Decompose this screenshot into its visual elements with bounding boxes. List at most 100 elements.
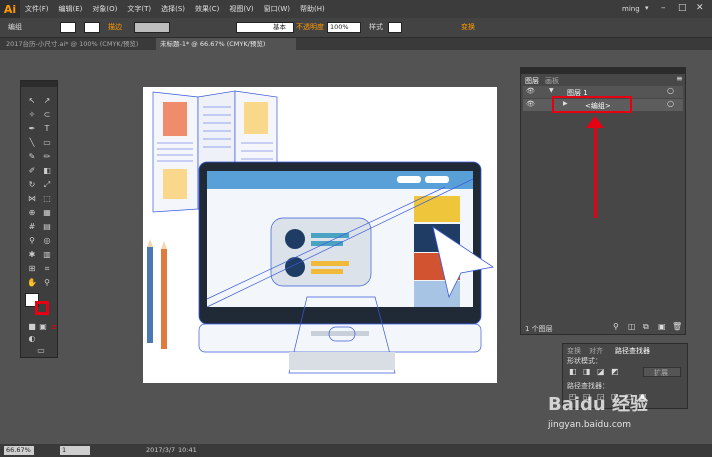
free-transform-tool-icon[interactable]: ⬚ <box>40 193 54 204</box>
paintbrush-tool-icon[interactable]: ✎ <box>25 151 39 162</box>
menu-window[interactable]: 窗口(W) <box>259 0 295 18</box>
unite-icon[interactable]: ◧ <box>569 367 577 376</box>
chevron-down-icon[interactable]: ▾ <box>645 4 649 12</box>
tab-pathfinder[interactable]: 路径查找器 <box>615 346 650 356</box>
new-sublayer-icon[interactable]: ⧉ <box>643 322 649 332</box>
slice-tool-icon[interactable]: ⌗ <box>40 263 54 274</box>
intersect-icon[interactable]: ◪ <box>597 367 605 376</box>
menu-view[interactable]: 视图(V) <box>224 0 258 18</box>
menu-help[interactable]: 帮助(H) <box>295 0 330 18</box>
expand-button-label: 扩展 <box>654 369 668 377</box>
trash-icon[interactable]: 🗑 <box>672 322 682 331</box>
eraser-tool-icon[interactable]: ◧ <box>40 165 54 176</box>
illustration[interactable] <box>143 87 497 383</box>
opacity-label[interactable]: 不透明度 <box>296 22 324 33</box>
scale-tool-icon[interactable]: ⤢ <box>40 179 54 190</box>
artboard-tool-icon[interactable]: ⊞ <box>25 263 39 274</box>
blob-brush-tool-icon[interactable]: ✐ <box>25 165 39 176</box>
opacity-value: 100% <box>330 23 349 31</box>
tab-align[interactable]: 对齐 <box>589 346 603 356</box>
tab-artboards[interactable]: 画板 <box>545 76 559 86</box>
symbol-sprayer-tool-icon[interactable]: ✱ <box>25 249 39 260</box>
pen-tool-icon[interactable]: ✒ <box>25 123 39 134</box>
perspective-grid-tool-icon[interactable]: ▦ <box>40 207 54 218</box>
annotation-arrow-head <box>586 116 604 128</box>
hand-tool-icon[interactable]: ✋ <box>25 277 39 288</box>
width-tool-icon[interactable]: ⋈ <box>25 193 39 204</box>
type-tool-icon[interactable]: T <box>40 123 54 134</box>
fill-swatch[interactable] <box>60 22 76 33</box>
tab-transform[interactable]: 变换 <box>567 346 581 356</box>
tab-untitled-doc[interactable]: 未标题-1* @ 66.67% (CMYK/预览) <box>156 38 296 50</box>
selection-tool-icon[interactable]: ↖ <box>25 95 39 106</box>
minimize-icon[interactable]: – <box>661 3 666 13</box>
artboard-number-field[interactable]: 1 <box>60 446 90 455</box>
exclude-icon[interactable]: ◩ <box>611 367 619 376</box>
direct-selection-tool-icon[interactable]: ↗ <box>40 95 54 106</box>
none-mode-icon[interactable]: ⧄ <box>47 321 61 332</box>
zoom-tool-icon[interactable]: ⚲ <box>40 277 54 288</box>
menu-bar: Ai 文件(F) 编辑(E) 对象(O) 文字(T) 选择(S) 效果(C) 视… <box>0 0 712 18</box>
opacity-field[interactable]: 100% <box>327 22 361 33</box>
lasso-tool-icon[interactable]: ⊂ <box>40 109 54 120</box>
minus-front-icon[interactable]: ◨ <box>583 367 591 376</box>
shape-builder-tool-icon[interactable]: ⊕ <box>25 207 39 218</box>
user-name[interactable]: ming <box>622 5 640 13</box>
tools-panel-grip[interactable] <box>21 81 57 87</box>
watermark: Baidu 经验 jingyan.baidu.com <box>548 390 688 440</box>
make-clipping-mask-icon[interactable]: ◫ <box>628 322 636 331</box>
status-date: 2017/3/7 <box>146 446 176 454</box>
menu-edit[interactable]: 编辑(E) <box>54 0 88 18</box>
draw-mode-icon[interactable]: ◐ <box>25 333 39 344</box>
shape-modes-label: 形状模式： <box>567 357 602 365</box>
stroke-color-swatch[interactable] <box>35 301 49 315</box>
new-layer-icon[interactable]: ▣ <box>658 322 666 331</box>
graphic-style-swatch[interactable] <box>388 22 402 33</box>
document-tab-bar: 2017台历-小尺寸.ai* @ 100% (CMYK/预览) 未标题-1* @… <box>0 38 712 50</box>
transform-link[interactable]: 变换 <box>461 22 475 33</box>
control-bar: 编组 描边 基本 不透明度 100% 样式 变换 <box>0 18 712 38</box>
column-graph-tool-icon[interactable]: ▥ <box>40 249 54 260</box>
maximize-icon[interactable]: □ <box>678 3 687 13</box>
panel-menu-icon[interactable]: ≡ <box>676 74 683 83</box>
highlight-box <box>552 96 632 113</box>
screen-mode-icon[interactable]: ▭ <box>34 345 48 356</box>
menu-file[interactable]: 文件(F) <box>20 0 54 18</box>
magic-wand-tool-icon[interactable]: ✧ <box>25 109 39 120</box>
menu-select[interactable]: 选择(S) <box>156 0 190 18</box>
blend-tool-icon[interactable]: ◎ <box>40 235 54 246</box>
stroke-profile-field[interactable]: 基本 <box>236 22 294 33</box>
menu-type[interactable]: 文字(T) <box>122 0 156 18</box>
visibility-eye-icon-2[interactable]: 👁 <box>526 100 535 108</box>
mesh-tool-icon[interactable]: # <box>25 221 39 232</box>
stroke-weight-field[interactable] <box>134 22 170 33</box>
rotate-tool-icon[interactable]: ↻ <box>25 179 39 190</box>
target-circle-icon-2[interactable]: ○ <box>667 99 674 108</box>
selection-type-label: 编组 <box>8 23 22 31</box>
rectangle-tool-icon[interactable]: ▭ <box>40 137 54 148</box>
line-tool-icon[interactable]: ╲ <box>25 137 39 148</box>
visibility-eye-icon[interactable]: 👁 <box>526 87 535 95</box>
pencil-tool-icon[interactable]: ✏ <box>40 151 54 162</box>
expand-triangle-icon[interactable]: ▼ <box>549 87 554 94</box>
expand-button[interactable]: 扩展 <box>643 367 681 377</box>
stroke-label[interactable]: 描边 <box>108 22 122 33</box>
menu-effect[interactable]: 效果(C) <box>190 0 224 18</box>
menu-object[interactable]: 对象(O) <box>87 0 122 18</box>
locate-object-icon[interactable]: ⚲ <box>613 322 619 331</box>
tools-panel: ↖ ↗ ✧ ⊂ ✒ T ╲ ▭ ✎ ✏ ✐ ◧ ↻ ⤢ ⋈ ⬚ ⊕ ▦ # ▤ … <box>20 80 58 358</box>
target-circle-icon[interactable]: ○ <box>667 86 674 95</box>
eyedropper-tool-icon[interactable]: ⚲ <box>25 235 39 246</box>
layers-panel-grip[interactable] <box>521 68 685 74</box>
tab-layers[interactable]: 图层 <box>525 76 539 86</box>
stroke-style-value: 基本 <box>273 23 286 31</box>
status-time: 10:41 <box>178 446 197 454</box>
layers-panel: 图层 画板 ≡ 👁 ▼ 图层 1 ○ 👁 ▶ <编组> ○ 1 个图层 ⚲ ◫ … <box>520 67 686 335</box>
tab-calendar-doc[interactable]: 2017台历-小尺寸.ai* @ 100% (CMYK/预览) <box>2 38 152 50</box>
close-icon[interactable]: ✕ <box>696 3 704 13</box>
watermark-site: jingyan.baidu.com <box>548 420 632 430</box>
stroke-swatch[interactable] <box>84 22 100 33</box>
artboard[interactable] <box>143 87 497 383</box>
zoom-field[interactable]: 66.67% <box>4 446 34 455</box>
gradient-tool-icon[interactable]: ▤ <box>40 221 54 232</box>
